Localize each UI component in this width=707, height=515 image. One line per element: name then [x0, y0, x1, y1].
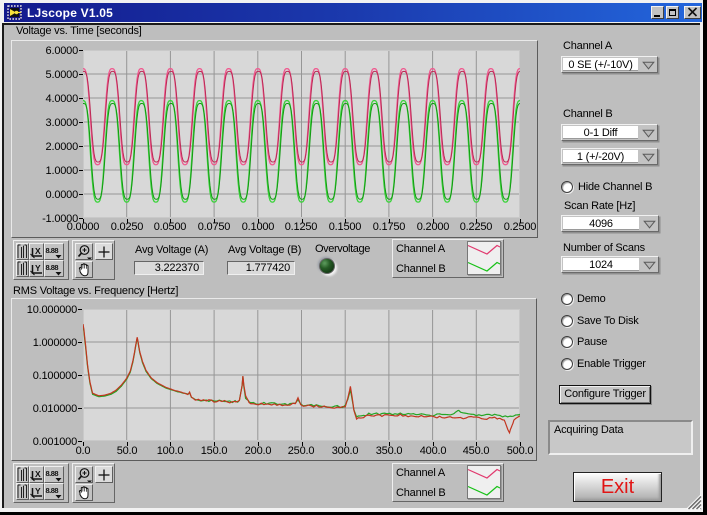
svg-text:X: X	[35, 469, 41, 479]
svg-text:8.88: 8.88	[46, 246, 59, 255]
svg-text:8.88: 8.88	[46, 263, 59, 272]
svg-text:Y: Y	[35, 486, 41, 496]
svg-text:8.88: 8.88	[46, 486, 59, 495]
svg-text:Y: Y	[35, 263, 41, 273]
svg-text:8.88: 8.88	[46, 469, 59, 478]
svg-text:X: X	[35, 246, 41, 256]
